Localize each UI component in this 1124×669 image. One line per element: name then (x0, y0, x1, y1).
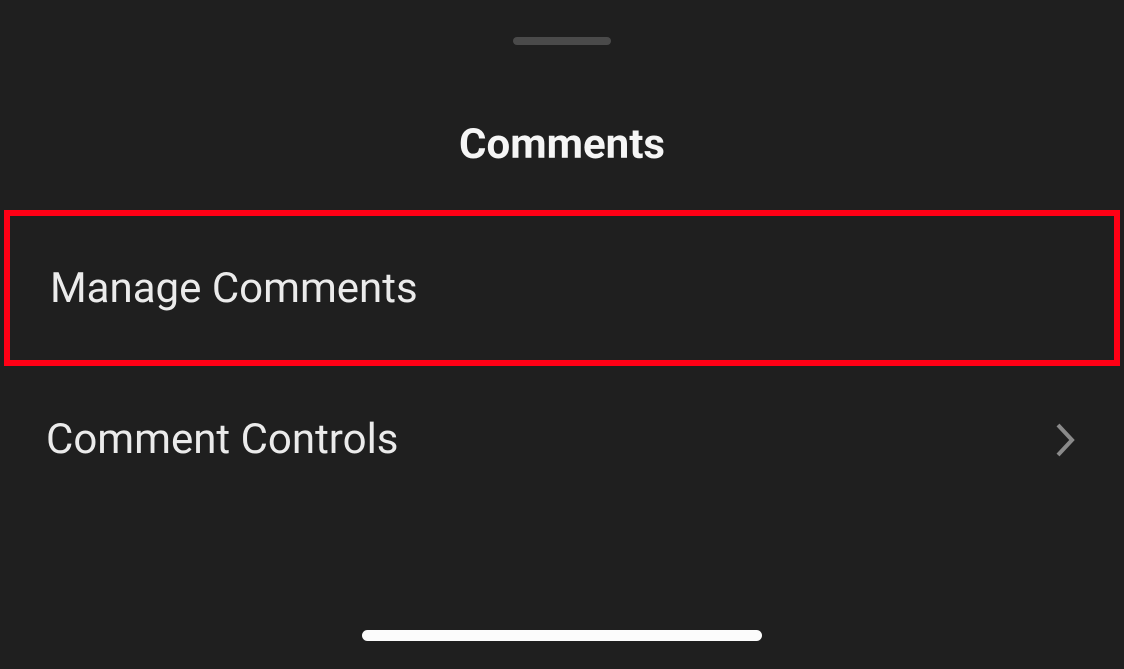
menu-item-label: Comment Controls (46, 415, 398, 464)
menu-item-label: Manage Comments (50, 264, 418, 313)
home-indicator[interactable] (362, 630, 762, 641)
sheet-title: Comments (0, 120, 1124, 169)
menu-item-manage-comments[interactable]: Manage Comments (4, 210, 1120, 366)
menu-list: Manage Comments Comment Controls (0, 210, 1124, 513)
drag-handle[interactable] (513, 37, 611, 45)
menu-item-comment-controls[interactable]: Comment Controls (0, 366, 1124, 513)
chevron-right-icon (1052, 420, 1078, 460)
